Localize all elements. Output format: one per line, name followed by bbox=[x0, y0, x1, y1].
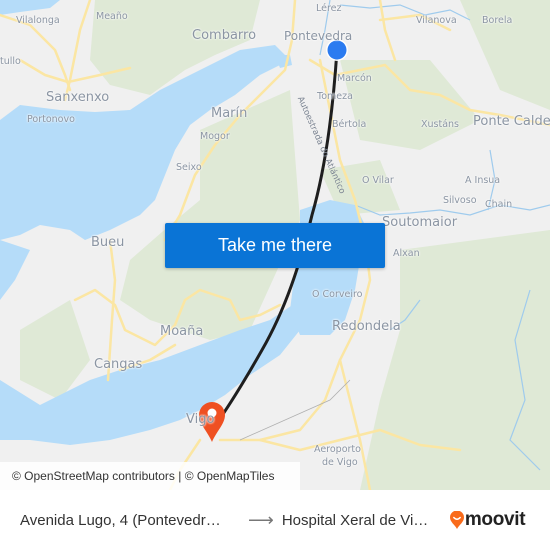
destination-label: Hospital Xeral de Vi… bbox=[281, 511, 429, 529]
attribution-text[interactable]: © OpenStreetMap contributors | © OpenMap… bbox=[12, 469, 274, 483]
place-label: Lérez bbox=[316, 3, 342, 14]
map-attribution[interactable]: © OpenStreetMap contributors | © OpenMap… bbox=[0, 462, 300, 490]
moovit-pin-icon bbox=[449, 511, 464, 529]
place-label: Redondela bbox=[332, 319, 401, 334]
place-label: Seixo bbox=[176, 162, 202, 173]
place-label: Pontevedra bbox=[284, 29, 353, 43]
place-label: Vilanova bbox=[416, 15, 457, 26]
place-label: Mogor bbox=[200, 131, 230, 142]
place-label: O Corveiro bbox=[312, 289, 363, 300]
route-footer: Avenida Lugo, 4 (Pontevedr… ⟶ Hospital X… bbox=[0, 490, 550, 550]
place-label: tullo bbox=[0, 56, 21, 67]
place-label: Marcón bbox=[337, 73, 372, 84]
place-label: Vigo bbox=[186, 412, 215, 427]
place-label: A Insua bbox=[465, 175, 501, 186]
take-me-there-button[interactable]: Take me there bbox=[165, 223, 385, 268]
place-label: Marín bbox=[211, 106, 248, 121]
place-label: Combarro bbox=[192, 28, 257, 43]
place-label: Soutomaior bbox=[382, 215, 458, 230]
place-label: Silvoso bbox=[443, 195, 477, 206]
place-label: Portonovo bbox=[27, 114, 75, 125]
place-label: Meaño bbox=[96, 11, 128, 22]
place-label: Cangas bbox=[94, 357, 143, 372]
place-label: Alxan bbox=[393, 248, 420, 259]
origin-label: Avenida Lugo, 4 (Pontevedr… bbox=[20, 511, 221, 529]
place-label: Ponte Calde bbox=[473, 114, 550, 129]
brand-name: moovit bbox=[464, 509, 526, 530]
place-label: Bértola bbox=[332, 119, 367, 130]
place-label: Borela bbox=[482, 15, 513, 26]
place-label: O Vilar bbox=[362, 175, 394, 186]
arrow-right-icon: ⟶ bbox=[248, 509, 274, 530]
place-label: de Vigo bbox=[322, 457, 358, 468]
place-label: Sanxenxo bbox=[46, 90, 110, 105]
place-label: Xustáns bbox=[421, 119, 459, 130]
map-view[interactable]: Lérez Vilalonga Meaño Combarro Pontevedr… bbox=[0, 0, 550, 490]
place-label: Chain bbox=[485, 199, 513, 210]
place-label: Vilalonga bbox=[16, 15, 60, 26]
place-label: Aeroporto bbox=[314, 444, 361, 455]
place-label: Tomeza bbox=[317, 91, 353, 102]
moovit-logo[interactable]: moovit bbox=[449, 509, 526, 531]
place-label: Bueu bbox=[91, 235, 125, 250]
place-label: Moaña bbox=[160, 324, 204, 339]
